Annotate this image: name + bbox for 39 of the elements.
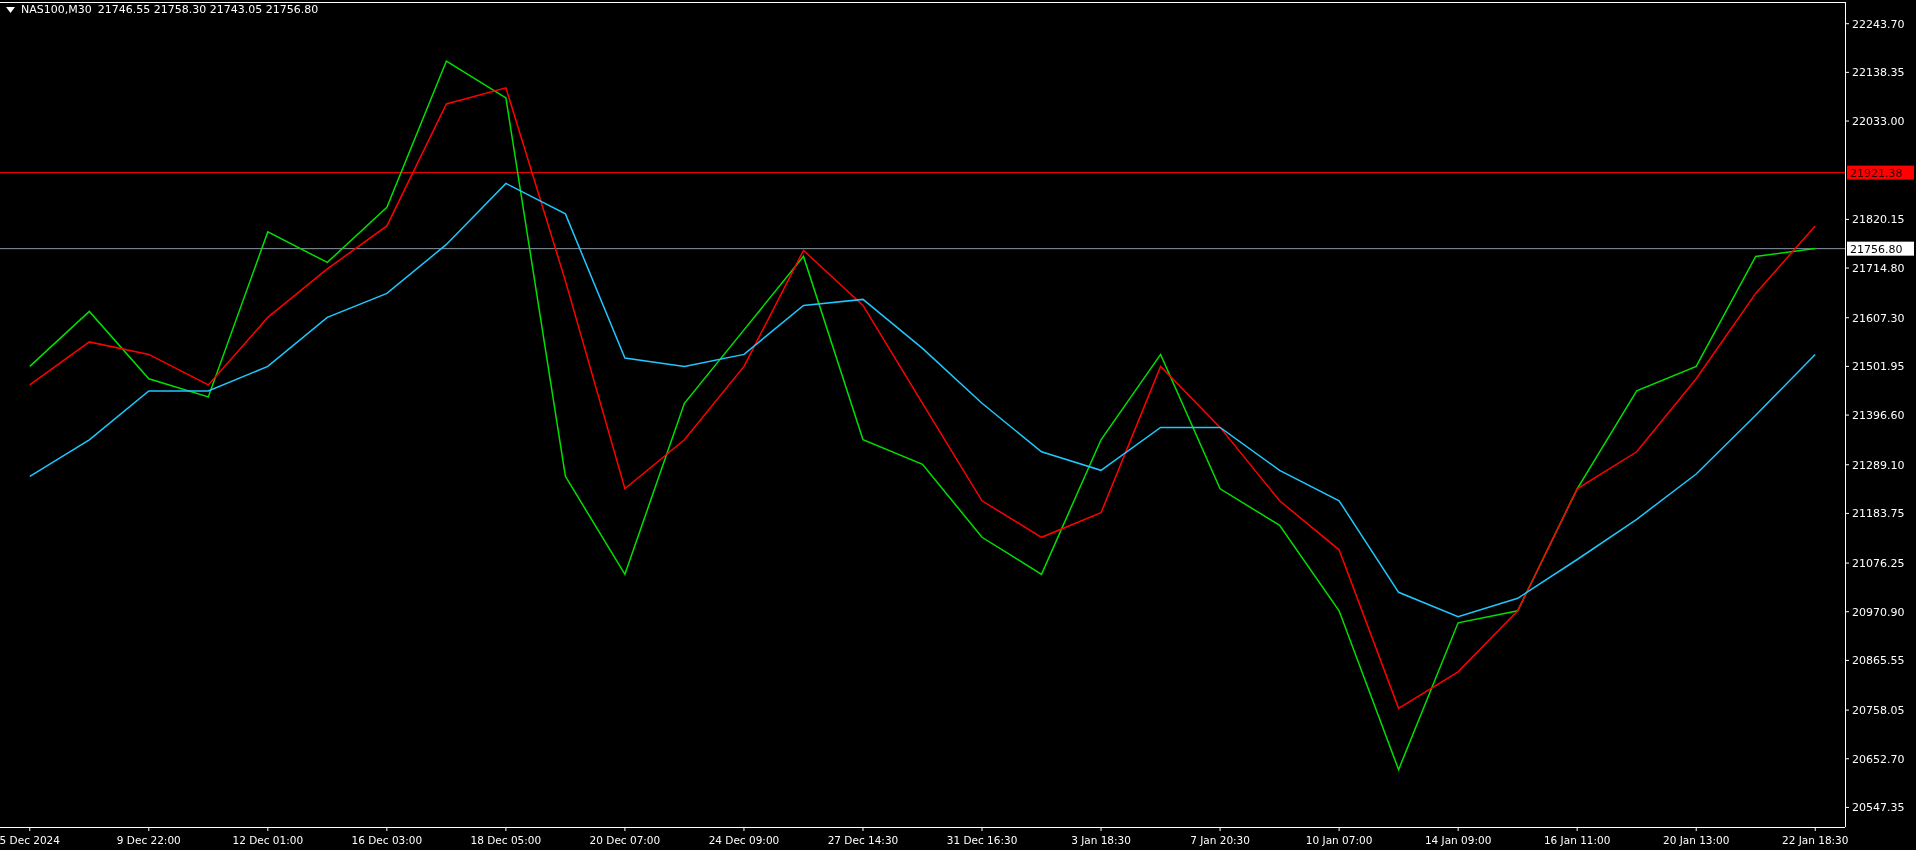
time-axis-label: 18 Dec 05:00 — [470, 834, 542, 846]
time-axis-label: 12 Dec 01:00 — [232, 834, 304, 846]
ref-line-label: 21756.80 — [1850, 242, 1903, 256]
price-axis-label: 21289.10 — [1852, 458, 1905, 472]
ref-line-label: 21921.38 — [1850, 166, 1903, 180]
price-axis-label: 21396.60 — [1852, 409, 1905, 423]
price-axis-label: 21501.95 — [1852, 360, 1905, 374]
dropdown-triangle-icon[interactable] — [6, 6, 15, 13]
price-level-line: 21756.80 — [0, 241, 1914, 256]
price-axis-label: 20652.70 — [1852, 752, 1905, 766]
time-axis-label: 31 Dec 16:30 — [946, 834, 1018, 846]
time-axis-label: 20 Jan 13:00 — [1662, 834, 1730, 846]
time-axis-label: 9 Dec 22:00 — [116, 834, 181, 846]
price-axis-label: 20865.55 — [1852, 654, 1905, 668]
price-axis-label: 21183.75 — [1852, 507, 1905, 521]
price-axis-label: 21714.80 — [1852, 262, 1905, 276]
time-axis-label: 20 Dec 07:00 — [589, 834, 661, 846]
time-axis-label: 16 Dec 03:00 — [351, 834, 423, 846]
time-axis-label: 7 Jan 20:30 — [1190, 834, 1250, 846]
time-axis-label: 3 Jan 18:30 — [1071, 834, 1131, 846]
price-axis-label: 21820.15 — [1852, 213, 1905, 227]
time-axis-label: 14 Jan 09:00 — [1424, 834, 1492, 846]
time-axis-label: 16 Jan 11:00 — [1543, 834, 1611, 846]
time-axis-label: 24 Dec 09:00 — [708, 834, 780, 846]
time-axis-label: 22 Jan 18:30 — [1782, 834, 1849, 846]
time-axis-label: 10 Jan 07:00 — [1305, 834, 1373, 846]
price-axis-label: 20758.05 — [1852, 704, 1905, 718]
symbol-label: NAS100,M30 — [21, 3, 92, 16]
price-axis-label: 21076.25 — [1852, 557, 1905, 571]
price-axis-label: 22243.70 — [1852, 17, 1905, 31]
time-axis-label: 5 Dec 2024 — [0, 834, 60, 846]
price-axis-label: 21607.30 — [1852, 311, 1905, 325]
price-axis-label: 20970.90 — [1852, 605, 1905, 619]
price-axis-label: 22138.35 — [1852, 66, 1905, 80]
time-axis-label: 27 Dec 14:30 — [827, 834, 899, 846]
price-axis-label: 20547.35 — [1852, 801, 1905, 815]
price-level-line: 21921.38 — [0, 165, 1914, 180]
ohlc-values: 21746.55 21758.30 21743.05 21756.80 — [97, 3, 319, 16]
price-axis-label: 22033.00 — [1852, 115, 1905, 129]
